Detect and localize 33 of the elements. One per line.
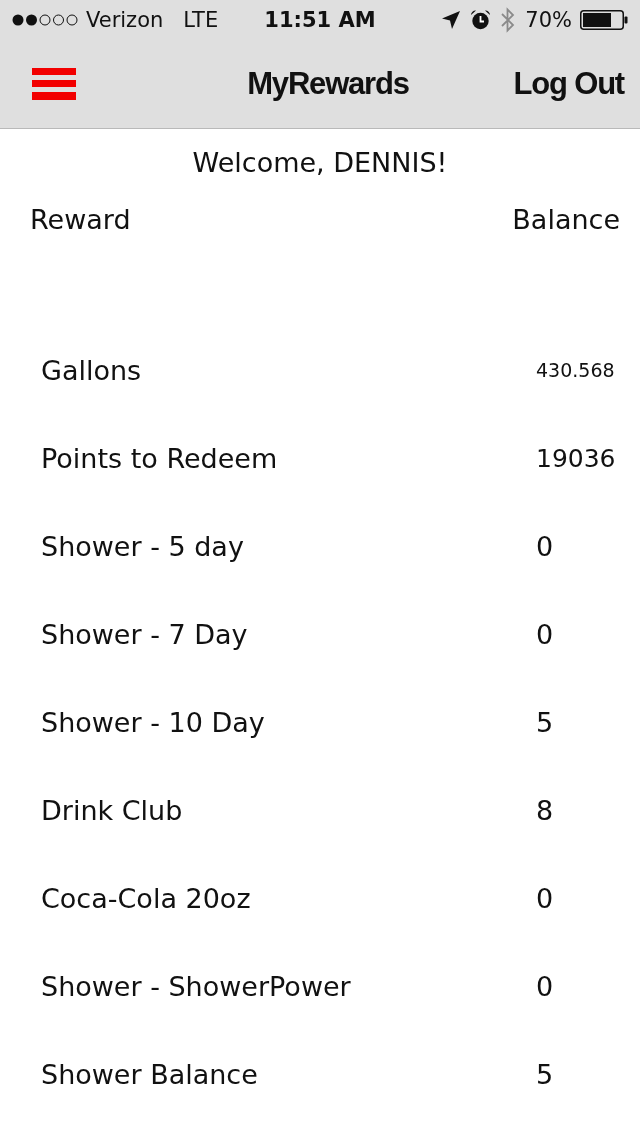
reward-name: Coca-Cola 20oz xyxy=(41,882,251,914)
carrier-name: Verizon xyxy=(86,8,164,32)
reward-balance: 0 xyxy=(536,882,554,914)
battery-percent: 70% xyxy=(525,8,572,32)
status-time: 11:51 AM xyxy=(264,8,376,32)
reward-name: Gallons xyxy=(41,354,142,386)
alarm-clock-icon xyxy=(470,10,492,30)
signal-icon xyxy=(12,14,78,26)
network-type: LTE xyxy=(183,8,219,32)
reward-balance: 5 xyxy=(536,1058,554,1090)
menu-icon[interactable] xyxy=(32,68,76,100)
reward-name: Shower - ShowerPower xyxy=(41,970,351,1002)
reward-name: Shower Balance xyxy=(41,1058,258,1090)
column-header: Balance xyxy=(512,203,620,237)
battery-icon xyxy=(580,10,628,30)
location-arrow-icon xyxy=(442,11,461,29)
column-header: Reward xyxy=(30,203,131,237)
reward-balance: 5 xyxy=(536,706,554,738)
bluetooth-icon xyxy=(501,7,516,33)
app-title: MyRewards xyxy=(247,66,409,102)
reward-balance: 430.568 xyxy=(536,359,615,381)
reward-balance: 19036 xyxy=(536,443,616,473)
reward-name: Shower - 7 Day xyxy=(41,618,248,650)
reward-balance: 0 xyxy=(536,618,554,650)
reward-balance: 0 xyxy=(536,970,554,1002)
reward-name: Drink Club xyxy=(41,794,183,826)
reward-balance: 0 xyxy=(536,530,554,562)
log-out-button[interactable]: Log Out xyxy=(513,66,624,102)
welcome-message: Welcome, DENNIS! xyxy=(192,146,448,180)
reward-name: Shower - 5 day xyxy=(41,530,244,562)
reward-balance: 8 xyxy=(536,794,554,826)
reward-name: Shower - 10 Day xyxy=(41,706,265,738)
reward-name: Points to Redeem xyxy=(41,442,278,474)
